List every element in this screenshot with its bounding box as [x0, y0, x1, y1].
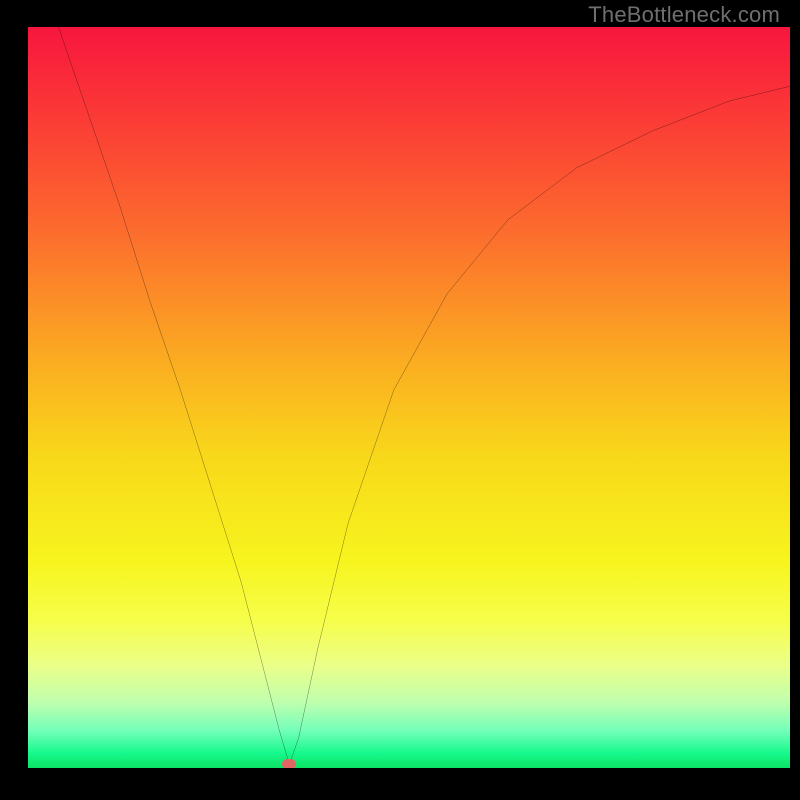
curve-svg: [28, 27, 790, 768]
plot-area: [28, 27, 790, 768]
minimum-marker: [282, 759, 296, 768]
chart-container: TheBottleneck.com: [0, 0, 800, 800]
bottleneck-curve: [58, 27, 790, 764]
watermark-text: TheBottleneck.com: [588, 2, 780, 28]
